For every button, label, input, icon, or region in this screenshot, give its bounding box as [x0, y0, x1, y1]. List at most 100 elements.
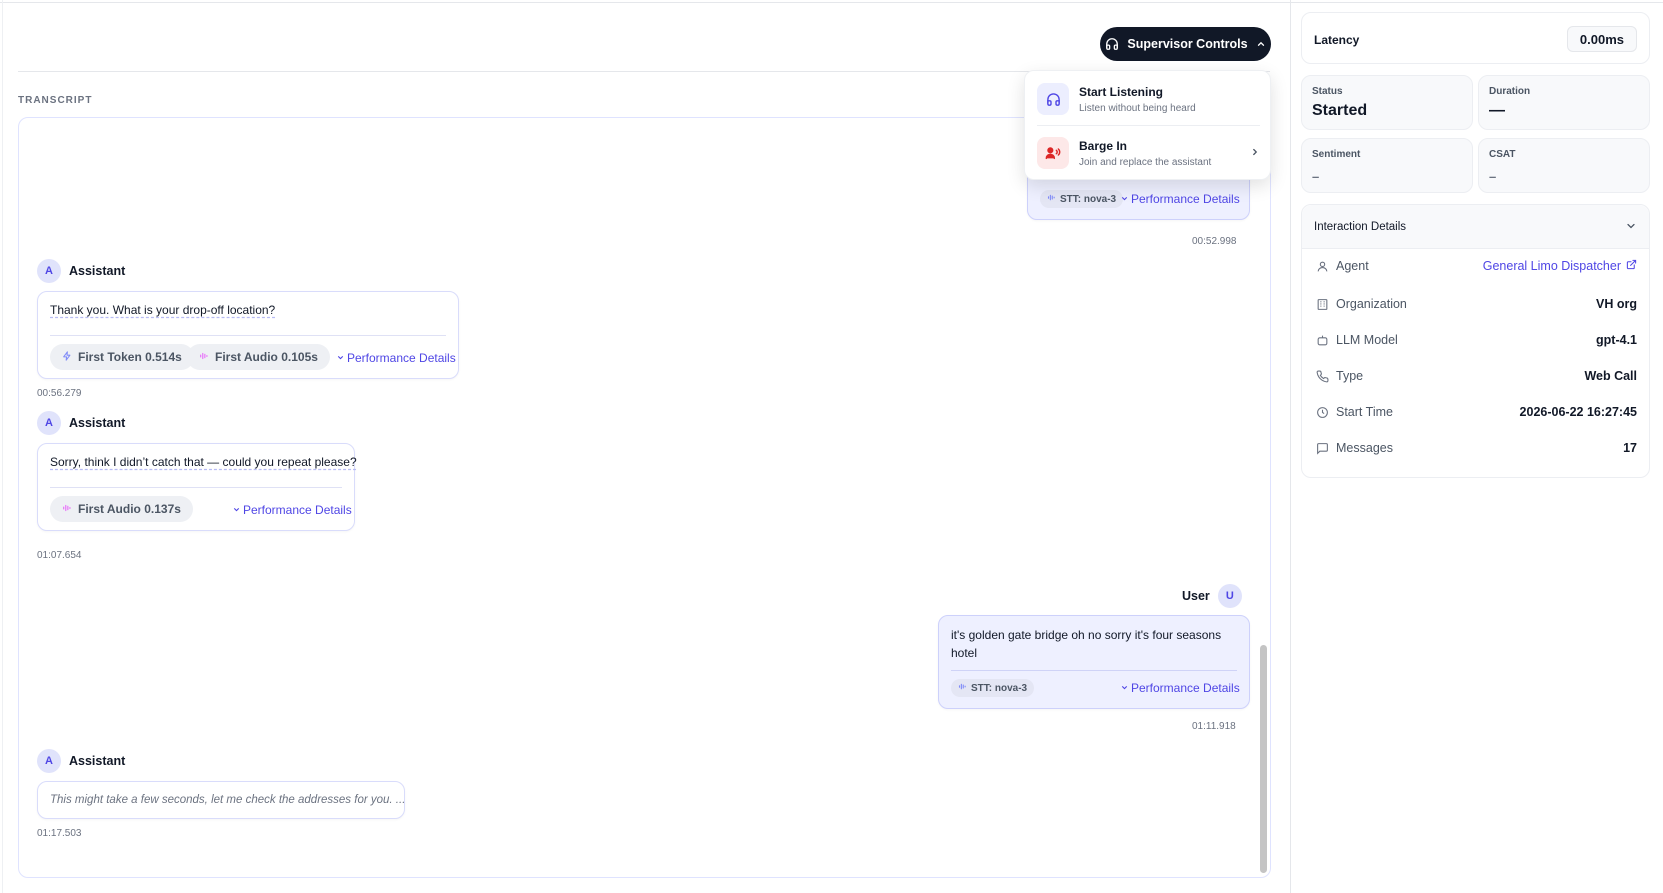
detail-label: Messages [1336, 441, 1393, 455]
building-icon [1314, 296, 1330, 312]
message-role: Assistant [69, 264, 126, 278]
detail-label: LLM Model [1336, 333, 1398, 347]
start-listening-menu-item[interactable]: Start Listening Listen without being hea… [1037, 79, 1260, 119]
detail-label: Start Time [1336, 405, 1393, 419]
detail-row-agent: Agent General Limo Dispatcher [1314, 256, 1637, 276]
waveform-icon [199, 350, 209, 364]
message-header: User U [1182, 584, 1242, 608]
message-icon [1314, 440, 1330, 456]
performance-details-label: Performance Details [1131, 192, 1240, 206]
sentiment-value: – [1312, 169, 1320, 184]
avatar: A [37, 411, 61, 435]
detail-label: Type [1336, 369, 1364, 383]
details-sidebar: Latency 0.00ms Status Started Duration —… [1290, 0, 1663, 893]
detail-value: VH org [1596, 297, 1637, 311]
waveform-icon [1047, 193, 1056, 205]
duration-value: — [1489, 102, 1505, 119]
interaction-details-header[interactable]: Interaction Details [1302, 205, 1649, 249]
first-audio-chip: First Audio 0.105s [187, 344, 330, 370]
avatar: A [37, 749, 61, 773]
supervisor-controls-button[interactable]: Supervisor Controls [1100, 27, 1271, 61]
barge-in-icon [1037, 137, 1069, 169]
assistant-message-bubble: Sorry, think I didn’t catch that — could… [37, 443, 357, 531]
first-audio-chip: First Audio 0.137s [50, 496, 193, 522]
message-header: A Assistant [37, 749, 125, 773]
bot-icon [1314, 332, 1330, 348]
agent-link-label: General Limo Dispatcher [1482, 259, 1621, 273]
assistant-message-bubble: Thank you. What is your drop-off locatio… [37, 291, 459, 379]
lightning-icon [62, 350, 72, 364]
external-link-icon [1626, 259, 1637, 273]
performance-details-toggle[interactable]: Performance Details [336, 351, 456, 365]
phone-icon [1314, 368, 1330, 384]
first-token-chip: First Token 0.514s [50, 344, 194, 370]
stt-label: STT: nova-3 [971, 682, 1028, 694]
performance-details-label: Performance Details [243, 503, 352, 517]
latency-value: 0.00ms [1566, 26, 1637, 52]
latency-label: Latency [1314, 33, 1360, 47]
scrollbar-thumb[interactable] [1260, 645, 1267, 873]
message-text: it's golden gate bridge oh no sorry it's… [951, 628, 1222, 660]
performance-details-toggle[interactable]: Performance Details [232, 503, 352, 517]
message-text: Sorry, think I didn’t catch that — could… [50, 455, 357, 469]
user-icon [1314, 258, 1330, 274]
avatar: A [37, 259, 61, 283]
barge-in-menu-item[interactable]: Barge In Join and replace the assistant [1037, 133, 1260, 173]
status-label: Status [1312, 86, 1343, 97]
detail-value: gpt-4.1 [1596, 333, 1637, 347]
performance-details-toggle[interactable]: Performance Details [1120, 192, 1240, 206]
latency-card: Latency 0.00ms [1301, 12, 1650, 64]
message-text: This might take a few seconds, let me ch… [50, 794, 406, 806]
stt-chip: STT: nova-3 [951, 679, 1035, 697]
detail-row-organization: Organization VH org [1314, 294, 1637, 314]
interaction-details-card: Interaction Details Agent General Limo D… [1301, 204, 1650, 478]
detail-row-start-time: Start Time 2026-06-22 16:27:45 [1314, 402, 1637, 422]
chevron-down-icon [336, 351, 345, 365]
chevron-down-icon[interactable] [1625, 219, 1637, 237]
performance-details-label: Performance Details [347, 351, 456, 365]
status-value: Started [1312, 102, 1368, 119]
performance-details-label: Performance Details [1131, 681, 1240, 695]
detail-label: Organization [1336, 297, 1407, 311]
message-role: Assistant [69, 416, 126, 430]
chevron-right-icon [1250, 144, 1260, 162]
start-listening-title: Start Listening [1079, 84, 1164, 99]
user-message-bubble: it's golden gate bridge oh no sorry it's… [938, 615, 1250, 709]
bubble-divider [50, 487, 342, 488]
chip-label: First Audio 0.137s [78, 502, 181, 516]
message-text: Thank you. What is your drop-off locatio… [50, 303, 276, 317]
bubble-divider [951, 670, 1237, 671]
detail-row-messages: Messages 17 [1314, 438, 1637, 458]
message-timestamp: 00:52.998 [1192, 236, 1237, 247]
performance-details-toggle[interactable]: Performance Details [1120, 681, 1240, 695]
detail-label: Agent [1336, 259, 1369, 273]
transcript-label: TRANSCRIPT [18, 95, 93, 106]
chip-label: First Token 0.514s [78, 350, 182, 364]
status-card: Status Started [1301, 75, 1473, 130]
transcript-panel[interactable]: STT: nova-3 Performance Details 00:52.99… [18, 117, 1271, 878]
message-role: Assistant [69, 754, 126, 768]
agent-link[interactable]: General Limo Dispatcher [1483, 259, 1637, 273]
avatar: U [1217, 584, 1242, 608]
chevron-down-icon [232, 503, 241, 517]
headphones-icon [1037, 83, 1069, 115]
message-header: A Assistant [37, 411, 125, 435]
clock-icon [1314, 404, 1330, 420]
chip-label: First Audio 0.105s [215, 350, 318, 364]
headphones-icon [1105, 37, 1119, 51]
chevron-down-icon [1120, 681, 1129, 695]
detail-value: Web Call [1584, 369, 1637, 383]
csat-card: CSAT – [1478, 138, 1650, 193]
left-border [2, 0, 3, 893]
detail-value: 17 [1623, 441, 1637, 455]
main-panel: Supervisor Controls TRANSCRIPT STT: nova… [0, 0, 1663, 893]
detail-value: 2026-06-22 16:27:45 [1519, 405, 1637, 419]
supervisor-controls-menu: Start Listening Listen without being hea… [1024, 70, 1271, 180]
chevron-up-icon [1256, 39, 1266, 49]
duration-card: Duration — [1478, 75, 1650, 130]
sentiment-label: Sentiment [1312, 149, 1361, 160]
duration-label: Duration [1489, 86, 1531, 97]
assistant-message-bubble: This might take a few seconds, let me ch… [37, 781, 405, 819]
sentiment-card: Sentiment – [1301, 138, 1473, 193]
chevron-down-icon [1120, 192, 1129, 206]
